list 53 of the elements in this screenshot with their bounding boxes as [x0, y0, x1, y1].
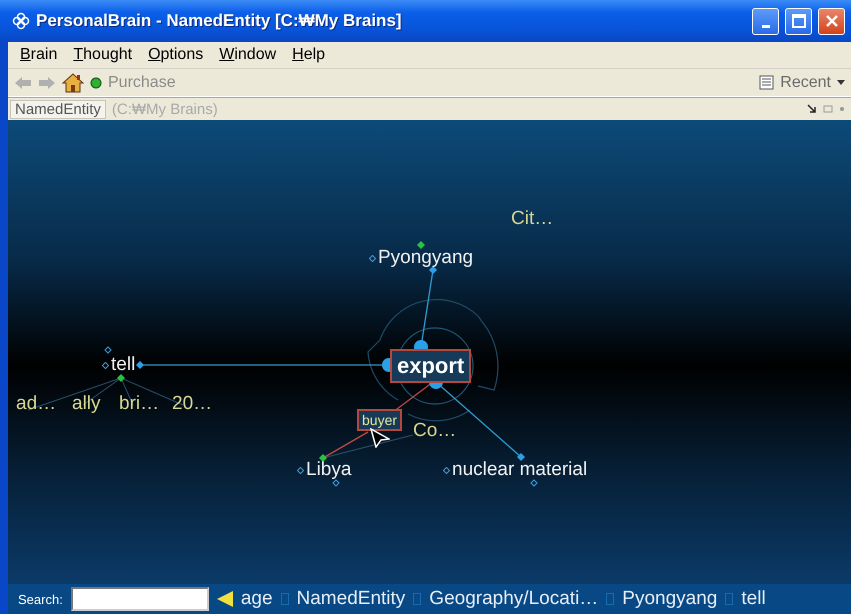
resize-arrow-icon[interactable]: [807, 104, 817, 114]
status-dot-icon: [90, 76, 102, 88]
maximize-button[interactable]: [785, 8, 812, 34]
home-icon[interactable]: [62, 72, 84, 92]
minimize-icon: [762, 24, 770, 28]
search-field[interactable]: [70, 587, 209, 611]
thought-label[interactable]: bri…: [119, 393, 160, 415]
thought-label[interactable]: ad…: [16, 393, 56, 415]
past-thought-link[interactable]: Pyongyang: [622, 588, 718, 610]
past-thought-link[interactable]: tell: [741, 588, 766, 610]
past-thought-link[interactable]: age: [240, 588, 273, 610]
thought-label[interactable]: 20…: [172, 393, 212, 415]
past-thought-link[interactable]: NamedEntity: [296, 588, 406, 610]
maximize-icon: [792, 14, 806, 28]
recent-button[interactable]: Recent: [759, 74, 845, 92]
list-icon: [759, 75, 774, 90]
thought-label[interactable]: nuclear material: [452, 459, 588, 481]
square-icon: [725, 593, 734, 605]
window-title: PersonalBrain - NamedEntity [C:₩My Brains]: [36, 11, 403, 31]
close-button[interactable]: [818, 8, 845, 34]
thought-label[interactable]: tell: [111, 354, 136, 376]
thought-label[interactable]: Pyongyang: [378, 247, 474, 269]
thought-label[interactable]: Co…: [413, 420, 456, 442]
menu-item[interactable]: Brain: [12, 46, 66, 64]
thought-label[interactable]: Libya: [306, 459, 352, 481]
mouse-pointer-icon: [370, 428, 390, 448]
caret-icon: [837, 80, 845, 85]
diamond-icon: [369, 254, 376, 262]
menu-item[interactable]: Options: [140, 46, 212, 64]
left-triangle-icon[interactable]: [216, 591, 233, 607]
layout-icon[interactable]: [823, 105, 833, 113]
minimize-button[interactable]: [752, 8, 779, 34]
menu-item[interactable]: Thought: [65, 46, 140, 64]
brain-logo-icon: [12, 12, 30, 30]
square-icon: [413, 593, 422, 605]
menu-item[interactable]: Window: [211, 46, 284, 64]
active-thought-label: Purchase: [108, 74, 176, 92]
central-thought[interactable]: export: [390, 349, 472, 383]
menu-item[interactable]: Help: [284, 46, 334, 64]
brain-location: (C:₩My Brains): [112, 100, 218, 118]
search-label: Search:: [18, 592, 63, 606]
dot-icon[interactable]: [839, 106, 845, 112]
brain-name: NamedEntity: [10, 100, 106, 118]
thought-label[interactable]: ally: [72, 393, 101, 415]
link-label[interactable]: buyer: [357, 409, 402, 431]
diamond-icon: [443, 466, 450, 474]
close-icon: [824, 14, 838, 28]
square-icon: [280, 593, 289, 605]
thought-label[interactable]: Cit…: [511, 208, 554, 230]
square-icon: [606, 593, 614, 605]
past-thought-link[interactable]: Geography/Locati…: [429, 588, 598, 610]
diamond-icon: [102, 362, 109, 368]
diamond-icon: [297, 466, 304, 474]
